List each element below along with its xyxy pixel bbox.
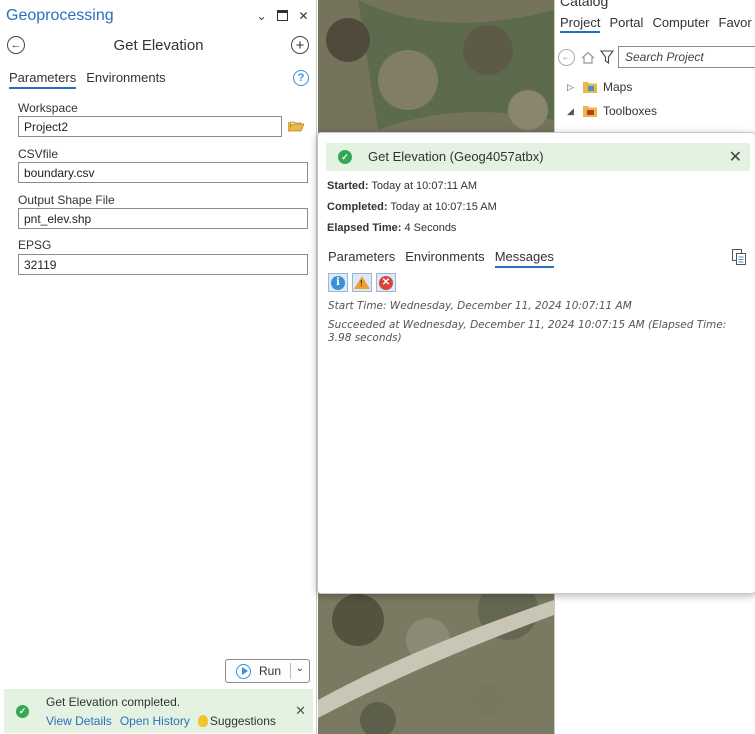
tab-parameters[interactable]: Parameters [328, 249, 395, 268]
message-line: Start Time: Wednesday, December 11, 2024… [328, 300, 632, 312]
chevron-down-icon[interactable]: ◢ [567, 106, 577, 117]
catalog-toolbar: ← Search Project [557, 45, 755, 69]
tab-messages[interactable]: Messages [494, 249, 554, 268]
pane-title: Geoprocessing [6, 7, 114, 24]
tool-details-popup: ✓ Get Elevation (Geog4057atbx) ✕ Started… [317, 132, 755, 594]
output-shape-label: Output Shape File [18, 193, 115, 207]
started-row: Started: Today at 10:07:11 AM [327, 180, 477, 192]
completed-value: Today at 10:07:15 AM [390, 201, 497, 213]
suggestions-link[interactable]: Suggestions [197, 714, 276, 728]
close-icon[interactable]: ✕ [295, 703, 306, 719]
catalog-tabs: Project Portal Computer Favor [560, 15, 752, 33]
warning-icon: ! [354, 276, 370, 289]
popup-tabs: Parameters Environments Messages [328, 249, 554, 268]
epsg-label: EPSG [18, 238, 52, 252]
lightbulb-icon [197, 715, 208, 727]
help-icon[interactable]: ? [293, 70, 309, 86]
run-divider [290, 663, 291, 679]
output-shape-input[interactable]: pnt_elev.shp [18, 208, 308, 229]
tree-item-label: Maps [603, 80, 633, 94]
catalog-title: Catalog [560, 0, 609, 9]
tab-project[interactable]: Project [560, 15, 601, 33]
tab-environments[interactable]: Environments [86, 70, 165, 89]
error-icon: ✕ [379, 275, 393, 290]
filter-error-button[interactable]: ✕ [376, 273, 396, 292]
tool-title: Get Elevation [113, 37, 204, 54]
pane-window-controls: ⌄ ✕ [255, 9, 310, 22]
success-check-icon: ✓ [16, 705, 29, 718]
started-value: Today at 10:07:11 AM [371, 180, 478, 192]
epsg-input[interactable]: 32119 [18, 254, 308, 275]
search-input[interactable]: Search Project [618, 46, 755, 68]
tab-portal[interactable]: Portal [609, 15, 643, 33]
info-icon: i [331, 275, 345, 290]
close-icon[interactable]: ✕ [297, 9, 310, 22]
elapsed-label: Elapsed Time: [327, 222, 402, 234]
elapsed-row: Elapsed Time: 4 Seconds [327, 222, 456, 234]
popup-header: ✓ Get Elevation (Geog4057atbx) ✕ [326, 143, 750, 171]
workspace-label: Workspace [18, 101, 78, 115]
tree-item-label: Toolboxes [603, 104, 658, 118]
toolbox-folder-icon [583, 106, 597, 117]
started-label: Started: [327, 180, 369, 192]
gp-tabs: Parameters Environments [9, 70, 166, 89]
suggestions-label: Suggestions [209, 714, 276, 728]
chevron-right-icon[interactable]: ▷ [567, 82, 577, 93]
message-line: Succeeded at Wednesday, December 11, 202… [328, 319, 727, 344]
maps-folder-icon [583, 82, 597, 93]
message-filter-buttons: i ! ✕ [328, 273, 396, 292]
status-text: Get Elevation completed. [46, 695, 181, 709]
play-icon [236, 663, 251, 679]
back-arrow-icon[interactable]: ← [558, 48, 575, 66]
filter-icon[interactable] [600, 50, 614, 64]
tree-item-maps[interactable]: ▷ Maps [567, 80, 632, 94]
filter-info-button[interactable]: i [328, 273, 348, 292]
tree-item-toolboxes[interactable]: ◢ Toolboxes [567, 104, 657, 118]
success-check-icon: ✓ [338, 150, 352, 164]
home-icon[interactable] [581, 51, 595, 64]
elapsed-value: 4 Seconds [404, 222, 457, 234]
run-button[interactable]: Run ⌄ [225, 659, 310, 683]
completed-label: Completed: [327, 201, 388, 213]
chevron-down-icon[interactable]: ⌄ [255, 9, 268, 22]
filter-warning-button[interactable]: ! [352, 273, 372, 292]
maximize-icon[interactable] [276, 9, 289, 22]
tab-favorites[interactable]: Favor [719, 15, 752, 33]
browse-folder-icon[interactable] [288, 120, 304, 132]
workspace-input[interactable]: Project2 [18, 116, 282, 137]
tab-environments[interactable]: Environments [405, 249, 484, 268]
open-history-link[interactable]: Open History [120, 714, 190, 728]
status-bar: ✓ Get Elevation completed. View Details … [4, 689, 313, 733]
add-icon[interactable]: + [291, 36, 309, 54]
copy-icon[interactable] [732, 249, 746, 265]
view-details-link[interactable]: View Details [46, 714, 112, 728]
csvfile-input[interactable]: boundary.csv [18, 162, 308, 183]
csvfile-label: CSVfile [18, 147, 59, 161]
tab-computer[interactable]: Computer [652, 15, 709, 33]
geoprocessing-pane: Geoprocessing ⌄ ✕ ← Get Elevation + Para… [0, 0, 317, 734]
tab-parameters[interactable]: Parameters [9, 70, 77, 89]
completed-row: Completed: Today at 10:07:15 AM [327, 201, 497, 213]
chevron-down-icon[interactable]: ⌄ [296, 663, 304, 674]
status-links: View Details Open History Suggestions [46, 714, 276, 728]
popup-title: Get Elevation (Geog4057atbx) [368, 149, 544, 164]
run-label: Run [259, 664, 282, 678]
close-icon[interactable]: ✕ [729, 147, 742, 167]
